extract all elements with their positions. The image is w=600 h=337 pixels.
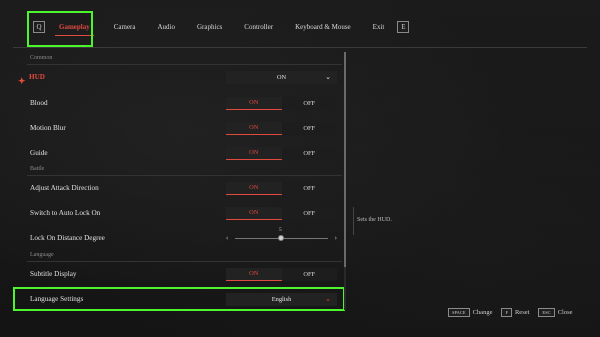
divider [27,261,342,262]
tab-audio[interactable]: Audio [158,13,176,41]
section-header-common: Common [30,55,53,61]
close-hint[interactable]: ESC Close [538,308,573,317]
settings-panel: Common ✦ HUD ON ⌄ Blood ON OFF Motion Bl… [18,52,345,317]
hud-value: ON [276,73,287,81]
setting-row-subtitle[interactable]: Subtitle Display ON OFF [27,265,342,283]
setting-row-guide[interactable]: Guide ON OFF [27,144,342,162]
setting-row-hud[interactable]: ✦ HUD ON ⌄ [18,68,342,86]
toggle-on[interactable]: ON [226,181,282,195]
guide-toggle[interactable]: ON OFF [226,146,337,160]
blood-toggle[interactable]: ON OFF [226,96,337,110]
change-label: Change [472,309,493,316]
toggle-on[interactable]: ON [226,121,282,135]
setting-label-lock-distance: Lock On Distance Degree [30,234,105,242]
setting-label-subtitle: Subtitle Display [30,270,77,278]
close-label: Close [557,309,573,316]
arrow-left-icon[interactable]: ‹ [226,234,228,242]
tab-keyboard-mouse[interactable]: Keyboard & Mouse [295,13,351,41]
setting-label-auto-lock: Switch to Auto Lock On [30,209,101,217]
toggle-off[interactable]: OFF [281,181,337,195]
motion-blur-toggle[interactable]: ON OFF [226,121,337,135]
arrow-right-icon[interactable]: › [335,234,337,242]
reset-label: Reset [514,309,530,316]
footer-hints: SPACE Change F Reset ESC Close [448,308,582,317]
toggle-off[interactable]: OFF [281,267,337,281]
tab-controller[interactable]: Controller [244,13,273,41]
toggle-off[interactable]: OFF [281,206,337,220]
toggle-off[interactable]: OFF [281,121,337,135]
divider [353,207,354,235]
setting-row-motion-blur[interactable]: Motion Blur ON OFF [27,119,342,137]
slider-thumb[interactable] [278,235,284,241]
setting-label-blood: Blood [30,99,48,107]
setting-label-adjust-attack: Adjust Attack Direction [30,184,99,192]
tab-camera[interactable]: Camera [114,13,136,41]
divider [27,175,342,176]
reset-hint[interactable]: F Reset [501,308,529,317]
highlight-box-tabs [27,11,93,47]
next-tab-key[interactable]: E [397,21,410,33]
auto-lock-toggle[interactable]: ON OFF [226,206,337,220]
section-header-language: Language [30,252,54,258]
f-key: F [501,308,512,317]
toggle-on[interactable]: ON [226,206,282,220]
setting-row-lock-distance[interactable]: Lock On Distance Degree ‹ 5 › [27,227,342,247]
setting-label-motion-blur: Motion Blur [30,124,66,132]
toggle-on[interactable]: ON [226,96,282,110]
setting-description: Sets the HUD. [357,217,392,223]
toggle-on[interactable]: ON [226,146,282,160]
scrollbar[interactable] [344,52,346,310]
toggle-on[interactable]: ON [226,267,282,281]
divider [13,47,587,48]
lock-distance-slider[interactable]: ‹ 5 › [226,227,337,247]
tab-exit[interactable]: Exit [373,13,385,41]
setting-row-adjust-attack[interactable]: Adjust Attack Direction ON OFF [27,179,342,197]
slider-value: 5 [279,227,282,233]
chevron-down-icon: ⌄ [325,73,331,81]
divider [27,64,342,65]
subtitle-toggle[interactable]: ON OFF [226,267,337,281]
change-hint[interactable]: SPACE Change [448,308,492,317]
setting-label-guide: Guide [30,149,48,157]
toggle-off[interactable]: OFF [281,146,337,160]
setting-row-blood[interactable]: Blood ON OFF [27,94,342,112]
scrollbar-thumb[interactable] [344,52,346,267]
space-key: SPACE [448,308,470,317]
hud-dropdown[interactable]: ON ⌄ [226,70,337,84]
highlight-box-language [13,287,345,311]
tab-graphics[interactable]: Graphics [197,13,222,41]
flame-icon: ✦ [18,76,26,86]
section-header-battle: Battle [30,166,45,172]
adjust-attack-toggle[interactable]: ON OFF [226,181,337,195]
setting-label-hud: ✦ HUD [18,73,45,86]
setting-row-auto-lock[interactable]: Switch to Auto Lock On ON OFF [27,204,342,222]
esc-key: ESC [538,308,555,317]
toggle-off[interactable]: OFF [281,96,337,110]
